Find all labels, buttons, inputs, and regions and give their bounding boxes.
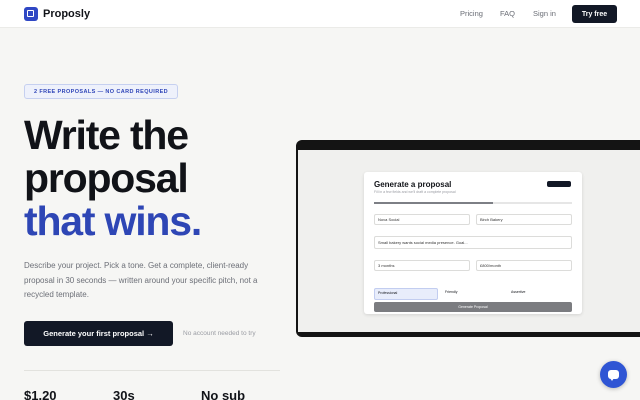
card-title: Generate a proposal xyxy=(374,180,452,189)
client-name-field[interactable]: Birch Bakery xyxy=(476,214,572,225)
no-account-note: No account needed to try xyxy=(183,330,256,337)
headline-line-1: Write the xyxy=(24,112,189,158)
stats-divider xyxy=(24,370,280,371)
chat-bubble-icon xyxy=(608,370,619,381)
stat-subscription: No sub xyxy=(201,388,246,400)
tone-option-friendly[interactable]: Friendly xyxy=(442,288,504,300)
headline-line-3: that wins. xyxy=(24,198,202,244)
headline-line-2: proposal xyxy=(24,155,189,201)
brand-logo[interactable]: Proposly xyxy=(24,7,90,21)
try-free-button[interactable]: Try free xyxy=(572,5,617,23)
generate-first-proposal-button[interactable]: Generate your first proposal → xyxy=(24,321,173,346)
progress-fill xyxy=(374,202,493,204)
free-proposals-badge: 2 FREE PROPOSALS — NO CARD REQUIRED xyxy=(24,84,178,99)
tone-option-assertive[interactable]: Assertive xyxy=(508,288,572,300)
nav-link-sign-in[interactable]: Sign in xyxy=(533,9,556,18)
brand-name: Proposly xyxy=(43,8,91,20)
app-preview-window: Generate a proposal Fill in a few fields… xyxy=(296,140,640,337)
generate-proposal-card: Generate a proposal Fill in a few fields… xyxy=(364,172,582,314)
nav-link-pricing[interactable]: Pricing xyxy=(460,9,483,18)
project-name-field[interactable]: Nova Social xyxy=(374,214,470,225)
top-navbar: Proposly Pricing FAQ Sign in Try free xyxy=(0,0,640,28)
app-preview-canvas: Generate a proposal Fill in a few fields… xyxy=(298,150,640,332)
timeline-field[interactable]: 3 months xyxy=(374,260,470,271)
proposly-logo-icon xyxy=(24,7,38,21)
hero-headline: Write the proposal that wins. xyxy=(24,112,202,244)
tone-option-professional[interactable]: Professional xyxy=(374,288,438,300)
hero-description: Describe your project. Pick a tone. Get … xyxy=(24,261,258,299)
project-description-field[interactable]: Small bakery wants social media presence… xyxy=(374,236,572,249)
stat-price: $1.20 xyxy=(24,388,57,400)
generate-proposal-button[interactable]: Generate Proposal xyxy=(374,302,572,312)
nav-link-faq[interactable]: FAQ xyxy=(500,9,515,18)
progress-bar xyxy=(374,202,572,204)
card-status-pill xyxy=(547,181,571,187)
card-subtitle: Fill in a few fields and we'll draft a c… xyxy=(374,190,456,194)
stat-time: 30s xyxy=(113,388,135,400)
chat-widget-button[interactable] xyxy=(600,361,627,388)
budget-field[interactable]: £800/month xyxy=(476,260,572,271)
